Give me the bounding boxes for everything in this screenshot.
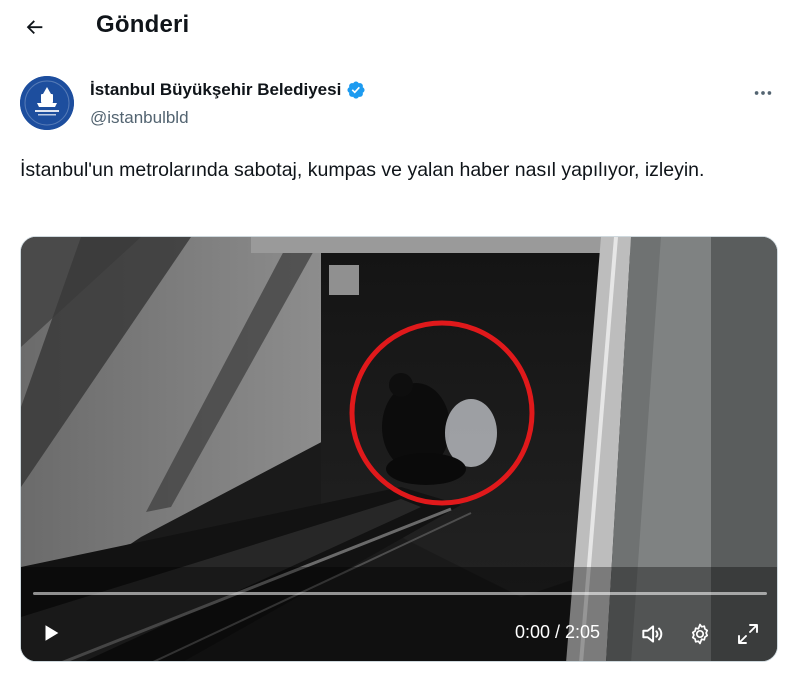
author-handle[interactable]: @istanbulbld [90, 108, 189, 128]
top-bar: Gönderi [0, 0, 800, 56]
play-button[interactable] [37, 619, 65, 647]
more-horizontal-icon [754, 91, 772, 95]
author-name[interactable]: İstanbul Büyükşehir Belediyesi [90, 80, 341, 100]
volume-icon [642, 625, 663, 643]
tweet-text: İstanbul'un metrolarında sabotaj, kumpas… [20, 159, 705, 181]
play-icon [45, 625, 59, 641]
verified-badge-icon[interactable] [346, 80, 366, 100]
fullscreen-icon [738, 624, 758, 644]
fullscreen-button[interactable] [733, 619, 763, 649]
author-name-row: İstanbul Büyükşehir Belediyesi [90, 80, 366, 100]
arrow-left-icon [26, 20, 43, 35]
video-controls: 0:00 / 2:05 [21, 611, 777, 655]
tweet-author: İstanbul Büyükşehir Belediyesi @istanbul… [20, 74, 780, 134]
video-progress-bar[interactable] [33, 592, 767, 595]
video-player[interactable]: 0:00 / 2:05 [20, 236, 778, 662]
more-options-button[interactable] [748, 78, 778, 108]
volume-button[interactable] [637, 619, 667, 649]
video-frame [21, 237, 777, 661]
video-time: 0:00 / 2:05 [515, 622, 601, 642]
ibb-logo-icon [20, 76, 74, 130]
settings-button[interactable] [685, 619, 715, 649]
back-button[interactable] [18, 10, 52, 44]
gear-icon [691, 623, 709, 645]
avatar[interactable] [20, 76, 74, 130]
page-title: Gönderi [96, 11, 190, 38]
